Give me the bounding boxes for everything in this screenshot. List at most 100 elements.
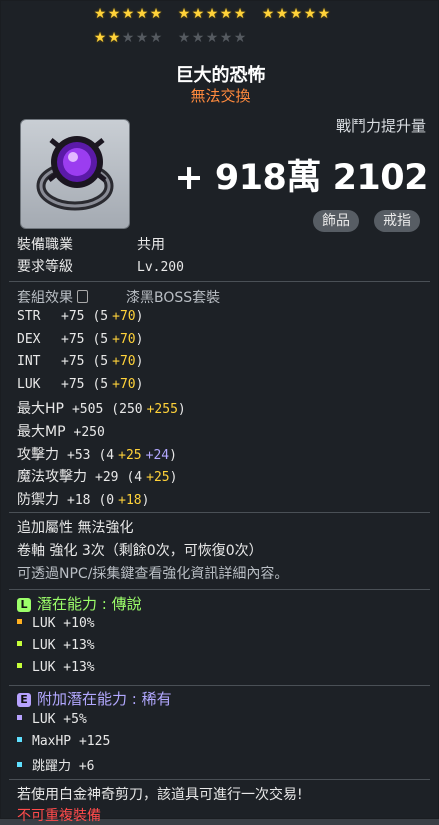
stat-row: 攻擊力 +53 (4 +25 +24) (17, 444, 177, 464)
star-filled-icon: ★ (233, 6, 247, 22)
star-empty-icon: ★ (219, 30, 233, 46)
npc-note: 可透過NPC/採集鍵查看強化資訊詳細內容。 (17, 566, 289, 582)
star-filled-icon: ★ (93, 30, 107, 46)
bonus-potential-label: 附加潛在能力 : (37, 690, 137, 708)
stat-row: STR +75 (5 +70) (17, 308, 143, 324)
stat-bonus: +70 (112, 331, 136, 347)
potential-line-text: LUK +10% (32, 616, 95, 631)
stat-total: +75 (61, 309, 85, 324)
star-group: ★ ★ ★ ★ ★ (261, 7, 331, 21)
stat-close: ) (135, 376, 144, 392)
star-force-row-1: ★ ★ ★ ★ ★ ★ ★ ★ ★ ★ ★ ★ ★ ★ ★ (93, 7, 363, 21)
divider (9, 779, 430, 780)
bullet-icon (17, 663, 22, 668)
stat-extra: +24 (145, 447, 170, 463)
trade-status: 無法交換 (190, 87, 251, 105)
star-empty-icon: ★ (233, 30, 247, 46)
set-effect-value: 漆黑BOSS套裝 (126, 290, 221, 306)
no-duplicate-equip: 不可重複裝備 (17, 808, 101, 824)
stat-close: ) (177, 402, 186, 418)
potential-header: L 潛在能力 : 傳說 (17, 593, 142, 614)
star-empty-icon: ★ (177, 30, 191, 46)
stat-row: 防禦力 +18 (0 +18) (17, 489, 149, 509)
tag-accessory: 飾品 (313, 210, 359, 232)
lock-icon (77, 290, 88, 303)
star-filled-icon: ★ (261, 6, 275, 22)
star-filled-icon: ★ (177, 6, 191, 22)
stat-total: +18 (67, 492, 91, 508)
stat-name: DEX (17, 331, 41, 347)
star-filled-icon: ★ (289, 6, 303, 22)
divider (9, 512, 430, 513)
set-effect-row[interactable]: 套組效果 漆黑BOSS套裝 (17, 287, 220, 307)
star-filled-icon: ★ (275, 6, 289, 22)
stat-base: (0 (98, 492, 115, 508)
bullet-icon (17, 641, 22, 646)
star-filled-icon: ★ (121, 6, 135, 22)
stat-name: 最大HP (17, 401, 64, 418)
stat-bonus: +70 (112, 354, 136, 370)
stat-name: 最大MP (17, 424, 66, 440)
item-name: 巨大的恐怖 (175, 65, 266, 86)
stat-base: (5 (92, 309, 109, 324)
stat-close: ) (141, 492, 150, 508)
stat-row: 魔法攻擊力 +29 (4 +25) (17, 466, 177, 486)
legendary-badge-icon: L (17, 598, 31, 612)
stat-total: +75 (61, 376, 85, 392)
stat-base: (5 (92, 376, 109, 392)
set-effect-label: 套組效果 (17, 290, 73, 306)
item-icon-frame (20, 119, 130, 229)
item-tooltip: ★ ★ ★ ★ ★ ★ ★ ★ ★ ★ ★ ★ ★ ★ ★ ★ ★ ★ ★ ★ ★ ★ ★ ★ ★ 巨大的恐怖 無法交換 戰鬥… (0, 0, 439, 824)
stat-row: DEX +75 (5 +70) (17, 331, 143, 347)
star-group: ★ ★ ★ ★ ★ (177, 7, 247, 21)
level-label: 要求等級 (17, 259, 73, 275)
star-group: ★ ★ ★ ★ ★ (177, 31, 247, 45)
potential-line: MaxHP +125 (17, 733, 110, 749)
stat-bonus: +18 (118, 492, 142, 508)
stat-total: +29 (95, 470, 119, 486)
stat-row: 最大MP +250 (17, 421, 105, 441)
star-filled-icon: ★ (135, 6, 149, 22)
stat-close: ) (135, 331, 144, 347)
combat-power-label: 戰鬥力提升量 (335, 117, 426, 135)
potential-line-text: MaxHP +125 (32, 734, 111, 749)
potential-line: LUK +13% (17, 637, 95, 653)
stat-base: (250 (111, 402, 143, 418)
potential-line: 跳躍力 +6 (17, 755, 94, 774)
star-filled-icon: ★ (107, 30, 121, 46)
potential-label: 潛在能力 : (37, 595, 107, 613)
bullet-icon (17, 737, 22, 742)
stat-name: 攻擊力 (17, 446, 59, 463)
star-filled-icon: ★ (191, 6, 205, 22)
stat-base: (5 (92, 354, 109, 370)
potential-grade: 傳說 (111, 595, 142, 613)
bullet-icon (17, 762, 22, 767)
stat-bonus: +25 (146, 470, 170, 486)
bonus-potential-header: E 附加潛在能力 : 稀有 (17, 688, 172, 709)
divider (9, 281, 430, 282)
bullet-icon (17, 619, 22, 624)
stat-bonus: +25 (118, 447, 142, 463)
stat-total: +505 (71, 402, 104, 418)
star-empty-icon: ★ (205, 30, 219, 46)
tag-ring: 戒指 (374, 210, 420, 232)
star-empty-icon: ★ (149, 30, 163, 46)
job-value: 共用 (137, 237, 165, 253)
stat-close: ) (135, 309, 144, 324)
potential-line-text: LUK +5% (32, 712, 87, 727)
level-value: Lv.200 (137, 260, 184, 275)
ring-icon (36, 136, 114, 211)
divider (9, 685, 430, 686)
stat-bonus: +255 (146, 402, 178, 418)
potential-line-text: LUK +13% (32, 660, 95, 675)
star-force-row-2: ★ ★ ★ ★ ★ ★ ★ ★ ★ ★ (93, 31, 363, 45)
stat-close: ) (135, 354, 144, 370)
star-filled-icon: ★ (219, 6, 233, 22)
combat-power-value: + 918萬 2102 (174, 158, 428, 198)
star-empty-icon: ★ (121, 30, 135, 46)
stat-total: +250 (73, 425, 105, 440)
star-group: ★ ★ ★ ★ ★ (93, 7, 163, 21)
extra-attr: 追加屬性 無法強化 (17, 520, 134, 536)
potential-line-text: LUK +13% (32, 638, 95, 653)
scroll-info: 卷軸 強化 3次（剩餘0次，可恢復0次） (17, 543, 263, 559)
